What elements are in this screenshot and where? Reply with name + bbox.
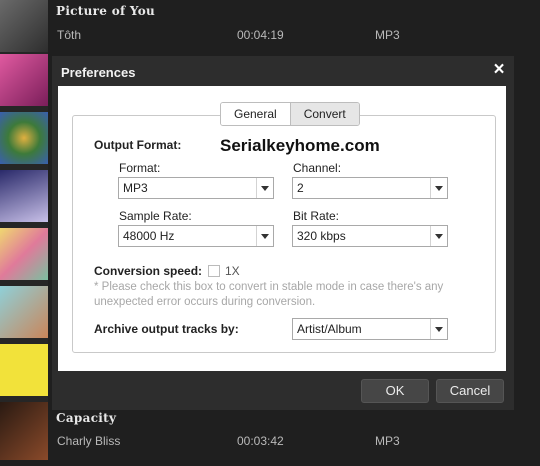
album-thumbnail[interactable]: [0, 170, 48, 222]
track-artist: Charly Bliss: [57, 434, 121, 448]
dialog-title: Preferences: [61, 65, 136, 80]
track-title: Picture of You: [56, 4, 156, 18]
tab-convert[interactable]: Convert: [289, 103, 359, 125]
album-art-column: [0, 0, 48, 460]
track-format: MP3: [375, 434, 400, 448]
channel-label: Channel:: [293, 161, 342, 175]
track-row[interactable]: Capacity Charly Bliss 00:03:42 MP3: [48, 406, 540, 466]
chevron-down-icon: [430, 226, 447, 246]
conversion-speed-label: Conversion speed:: [94, 264, 203, 278]
conversion-speed-option: 1X: [225, 264, 240, 278]
dialog-titlebar[interactable]: Preferences ×: [52, 56, 514, 88]
sample-rate-label: Sample Rate:: [119, 209, 192, 223]
archive-select[interactable]: Artist/Album: [292, 318, 448, 340]
dialog-body: General Convert Output Format: Serialkey…: [58, 86, 506, 371]
ok-button[interactable]: OK: [361, 379, 429, 403]
sample-rate-select[interactable]: 48000 Hz: [118, 225, 274, 247]
tab-bar: General Convert: [220, 102, 360, 126]
format-label: Format:: [119, 161, 161, 175]
album-thumbnail[interactable]: [0, 402, 48, 460]
album-thumbnail[interactable]: [0, 112, 48, 164]
album-thumbnail[interactable]: [0, 228, 48, 280]
conversion-speed-checkbox[interactable]: [208, 265, 220, 277]
conversion-note-line1: * Please check this box to convert in st…: [94, 281, 444, 293]
bit-rate-select[interactable]: 320 kbps: [292, 225, 448, 247]
sample-rate-value: 48000 Hz: [123, 229, 175, 243]
track-title: Capacity: [56, 411, 117, 425]
format-select[interactable]: MP3: [118, 177, 274, 199]
track-duration: 00:04:19: [237, 28, 284, 42]
track-artist: Tôth: [57, 28, 82, 42]
channel-value: 2: [297, 181, 304, 195]
chevron-down-icon: [256, 226, 273, 246]
chevron-down-icon: [256, 178, 273, 198]
track-format: MP3: [375, 28, 400, 42]
album-thumbnail[interactable]: [0, 344, 48, 396]
track-duration: 00:03:42: [237, 434, 284, 448]
bit-rate-value: 320 kbps: [297, 229, 346, 243]
album-thumbnail[interactable]: [0, 0, 48, 52]
archive-label: Archive output tracks by:: [94, 322, 239, 336]
watermark-text: Serialkeyhome.com: [220, 136, 380, 155]
preferences-dialog: Preferences × General Convert Output For…: [52, 56, 514, 410]
bit-rate-label: Bit Rate:: [293, 209, 340, 223]
close-icon[interactable]: ×: [488, 59, 510, 81]
tab-general[interactable]: General: [221, 103, 290, 125]
album-thumbnail[interactable]: [0, 54, 48, 106]
dialog-footer: OK Cancel: [52, 372, 514, 410]
album-thumbnail[interactable]: [0, 286, 48, 338]
channel-select[interactable]: 2: [292, 177, 448, 199]
output-format-label: Output Format:: [94, 138, 182, 152]
chevron-down-icon: [430, 178, 447, 198]
archive-value: Artist/Album: [297, 322, 362, 336]
conversion-note-line2: unexpected error occurs during conversio…: [94, 296, 316, 308]
chevron-down-icon: [430, 319, 447, 339]
cancel-button[interactable]: Cancel: [436, 379, 504, 403]
track-row[interactable]: Picture of You Tôth 00:04:19 MP3: [48, 0, 540, 60]
format-value: MP3: [123, 181, 148, 195]
